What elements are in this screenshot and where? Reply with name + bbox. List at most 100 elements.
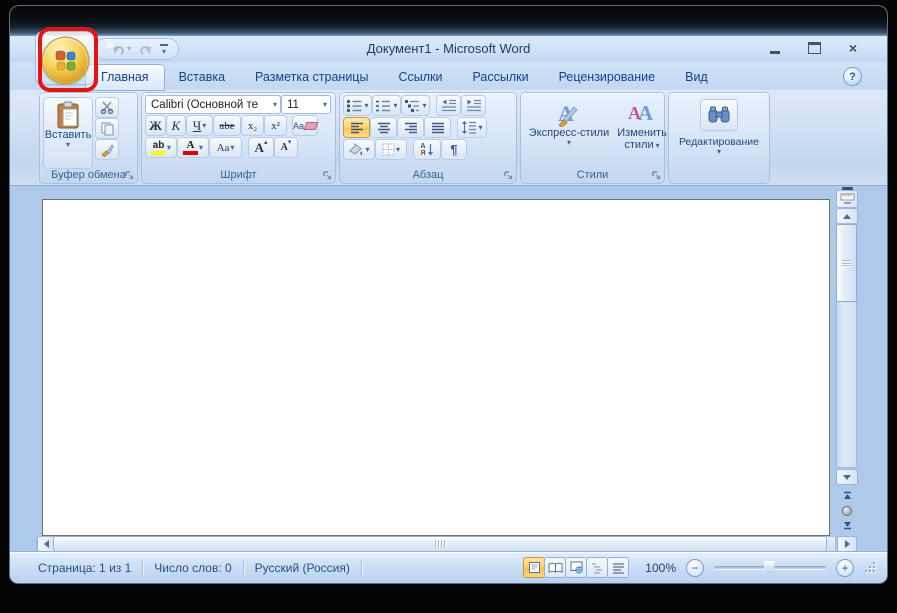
quick-styles-dropdown-icon[interactable]: ▾ [567, 139, 571, 147]
horizontal-scrollbar-thumb[interactable] [54, 537, 826, 551]
italic-button[interactable]: К [167, 116, 185, 135]
language-status[interactable]: Русский (Россия) [255, 561, 350, 575]
bullets-dropdown-icon[interactable]: ▾ [364, 102, 368, 110]
ruler-toggle-button[interactable] [837, 191, 857, 207]
decrease-indent-button[interactable] [437, 96, 460, 115]
borders-button[interactable]: ▾ [376, 140, 406, 159]
document-page[interactable] [42, 199, 830, 536]
font-family-combobox[interactable]: Calibri (Основной те ▾ [146, 96, 280, 113]
shrink-font-button[interactable]: А ▾ [275, 138, 297, 157]
multilevel-list-button[interactable]: ▾ [402, 96, 429, 115]
show-formatting-marks-button[interactable]: ¶ [442, 140, 466, 159]
window-resize-grip[interactable] [864, 561, 877, 574]
tab-references[interactable]: Ссылки [383, 65, 457, 90]
page-number-status[interactable]: Страница: 1 из 1 [38, 561, 131, 575]
customize-qat-button[interactable]: ▾ [160, 43, 169, 55]
text-highlight-button[interactable]: ab ▾ [146, 138, 176, 157]
change-case-dropdown-icon[interactable]: ▾ [230, 144, 234, 152]
align-left-button[interactable] [344, 118, 369, 137]
undo-dropdown-icon[interactable]: ▾ [127, 45, 131, 53]
web-layout-view-button[interactable] [566, 558, 587, 577]
tab-insert[interactable]: Вставка [164, 65, 240, 90]
editing-button[interactable]: Редактирование ▾ [674, 96, 764, 178]
clear-formatting-button[interactable]: Aa [293, 116, 319, 135]
zoom-slider-track[interactable] [714, 561, 826, 574]
tab-view[interactable]: Вид [670, 65, 723, 90]
shading-button[interactable]: ▾ [344, 140, 374, 159]
bold-button[interactable]: Ж [146, 116, 165, 135]
group-paragraph: ▾ ▾ ▾ ▾ ▾ ▾ А Я ¶ Абзац [340, 93, 516, 183]
tab-mailings[interactable]: Рассылки [457, 65, 543, 90]
numbering-dropdown-icon[interactable]: ▾ [393, 102, 397, 110]
help-button[interactable]: ? [844, 68, 861, 85]
maximize-button[interactable] [806, 40, 822, 56]
office-button[interactable] [43, 38, 88, 83]
find-button[interactable] [701, 100, 737, 130]
copy-button[interactable] [96, 119, 118, 138]
tab-page-layout[interactable]: Разметка страницы [240, 65, 383, 90]
change-styles-dropdown-icon[interactable]: ▾ [656, 141, 660, 149]
superscript-button[interactable]: x² [265, 116, 286, 135]
paste-dropdown-icon[interactable]: ▾ [66, 141, 70, 149]
minimize-button[interactable] [767, 40, 783, 56]
align-right-button[interactable] [398, 118, 423, 137]
justify-button[interactable] [425, 118, 450, 137]
numbering-button[interactable]: ▾ [373, 96, 400, 115]
grow-font-button[interactable]: А ▴ [249, 138, 273, 157]
close-button[interactable]: × [845, 40, 861, 56]
scroll-up-button[interactable] [837, 209, 857, 223]
word-count-status[interactable]: Число слов: 0 [154, 561, 231, 575]
shading-dropdown-icon[interactable]: ▾ [365, 146, 369, 154]
zoom-level-button[interactable]: 100% [645, 561, 676, 575]
highlight-dropdown-icon[interactable]: ▾ [167, 144, 171, 152]
titlebar[interactable]: ▾ ▾ Документ1 - Microsoft Word × [10, 36, 887, 62]
zoom-slider-thumb[interactable] [764, 561, 774, 574]
change-styles-button[interactable]: AA Изменить стили ▾ [616, 98, 668, 168]
select-browse-object-button[interactable] [837, 503, 857, 518]
tab-review[interactable]: Рецензирование [544, 65, 671, 90]
multilevel-dropdown-icon[interactable]: ▾ [422, 102, 426, 110]
scroll-down-button[interactable] [837, 470, 857, 484]
font-size-dropdown-icon[interactable]: ▾ [323, 101, 327, 109]
vertical-scrollbar-thumb[interactable] [837, 225, 856, 301]
editing-dropdown-icon[interactable]: ▾ [717, 148, 721, 156]
font-family-dropdown-icon[interactable]: ▾ [273, 101, 277, 109]
paste-button[interactable]: Вставить ▾ [44, 98, 92, 168]
align-center-button[interactable] [371, 118, 396, 137]
cut-button[interactable] [96, 98, 118, 117]
zoom-out-button[interactable]: − [687, 559, 703, 576]
font-color-button[interactable]: А ▾ [178, 138, 208, 157]
increase-indent-button[interactable] [462, 96, 485, 115]
subscript-button[interactable]: x₂ [242, 116, 263, 135]
scroll-right-button[interactable] [838, 537, 856, 551]
line-spacing-button[interactable]: ▾ [458, 118, 486, 137]
full-screen-reading-view-button[interactable] [545, 558, 566, 577]
format-painter-button[interactable] [96, 140, 118, 159]
clipboard-dialog-launcher-icon[interactable] [125, 171, 134, 180]
split-handle[interactable] [842, 187, 853, 190]
font-dialog-launcher-icon[interactable] [323, 171, 332, 180]
styles-dialog-launcher-icon[interactable] [652, 171, 661, 180]
bullets-button[interactable]: ▾ [344, 96, 371, 115]
undo-button[interactable]: ▾ [111, 43, 131, 56]
underline-dropdown-icon[interactable]: ▾ [202, 122, 206, 130]
quick-styles-button[interactable]: A Экспресс-стили ▾ [525, 98, 613, 168]
zoom-in-button[interactable]: + [837, 559, 853, 576]
line-spacing-dropdown-icon[interactable]: ▾ [478, 124, 482, 132]
borders-dropdown-icon[interactable]: ▾ [396, 146, 400, 154]
change-case-button[interactable]: Aa ▾ [210, 138, 241, 157]
tab-home[interactable]: Главная [86, 65, 164, 90]
next-page-button[interactable] [837, 518, 857, 533]
redo-button[interactable] [138, 43, 153, 56]
paragraph-dialog-launcher-icon[interactable] [504, 171, 513, 180]
previous-page-button[interactable] [837, 488, 857, 503]
draft-view-button[interactable] [608, 558, 629, 577]
sort-button[interactable]: АЯ [414, 140, 440, 159]
font-size-combobox[interactable]: 11 ▾ [282, 96, 330, 113]
outline-view-button[interactable] [587, 558, 608, 577]
strikethrough-button[interactable]: abe [214, 116, 240, 135]
print-layout-view-button[interactable] [524, 558, 545, 577]
scroll-left-button[interactable] [38, 537, 54, 551]
underline-button[interactable]: Ч ▾ [187, 116, 212, 135]
font-color-dropdown-icon[interactable]: ▾ [199, 144, 203, 152]
